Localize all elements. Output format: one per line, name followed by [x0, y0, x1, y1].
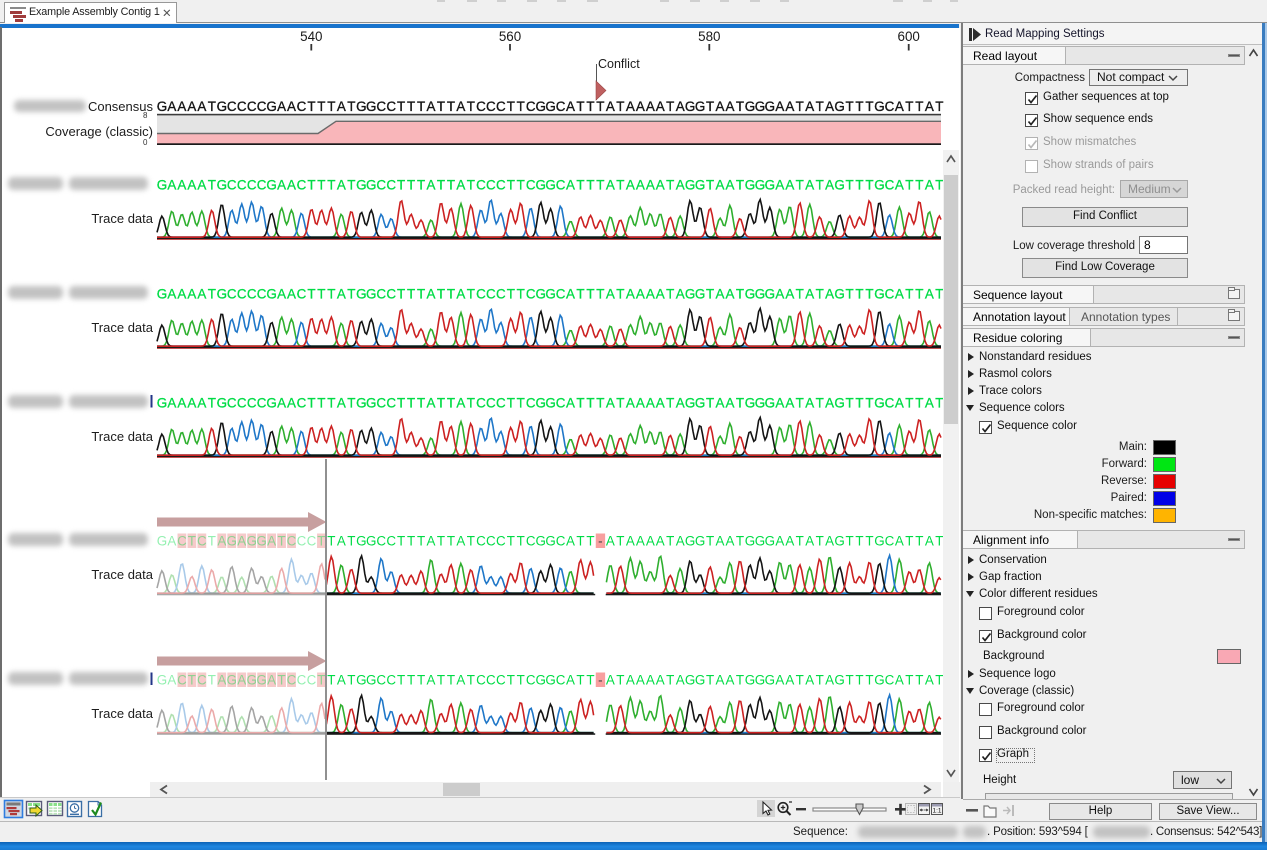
svg-text:ATAAAATAGGTAATGGGAATATAGTTTGCA: ATAAAATAGGTAATGGGAATATAGTTTGCATTAT — [606, 673, 943, 688]
svg-text:ATAAAATAGGTAATGGGAATATAGTTTGCA: ATAAAATAGGTAATGGGAATATAGTTTGCATTAT — [606, 534, 943, 549]
svg-text:GACTCTAGAGGATCCCT: GACTCTAGAGGATCCCT — [157, 534, 326, 549]
svg-text:GAAAATGCCCCGAACTTTATGGCCTTTATT: GAAAATGCCCCGAACTTTATGGCCTTTATTATCCCTTCGG… — [157, 178, 944, 193]
svg-text:GAAAATGCCCCGAACTTTATGGCCTTTATT: GAAAATGCCCCGAACTTTATGGCCTTTATTATCCCTTCGG… — [157, 287, 944, 302]
svg-text:GAAAATGCCCCGAACTTTATGGCCTTTATT: GAAAATGCCCCGAACTTTATGGCCTTTATTATCCCTTCGG… — [157, 396, 944, 411]
svg-text:TATGGCCTTTATTATCCCTTCGGCATT: TATGGCCTTTATTATCCCTTCGGCATT — [327, 534, 594, 549]
svg-text:GACTCTAGAGGATCCCT: GACTCTAGAGGATCCCT — [157, 673, 326, 688]
svg-text:TATGGCCTTTATTATCCCTTCGGCATT: TATGGCCTTTATTATCCCTTCGGCATT — [327, 673, 594, 688]
svg-text:-: - — [598, 534, 602, 549]
svg-text:-: - — [598, 673, 602, 688]
svg-text:1:1: 1:1 — [932, 808, 941, 815]
